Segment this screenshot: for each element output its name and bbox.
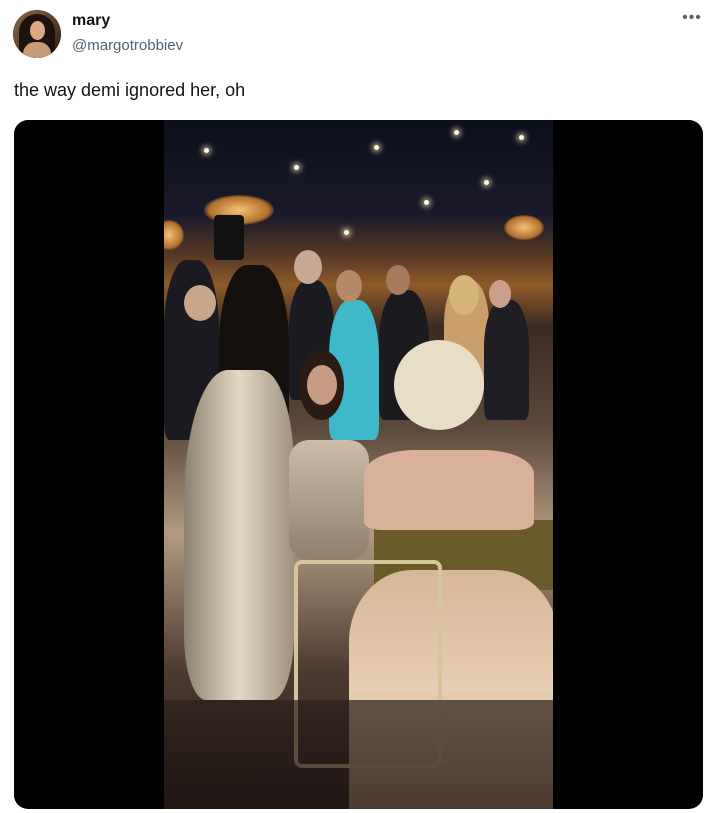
video-frame <box>164 120 553 809</box>
more-horizontal-icon[interactable]: ••• <box>680 8 704 28</box>
tweet-media[interactable] <box>14 120 703 809</box>
tweet-text: the way demi ignored her, oh <box>14 80 246 100</box>
avatar[interactable] <box>13 10 61 58</box>
display-name[interactable]: mary <box>72 12 110 30</box>
user-handle[interactable]: @margotrobbiev <box>72 37 183 54</box>
tweet: mary @margotrobbiev ••• the way demi ign… <box>0 0 710 813</box>
